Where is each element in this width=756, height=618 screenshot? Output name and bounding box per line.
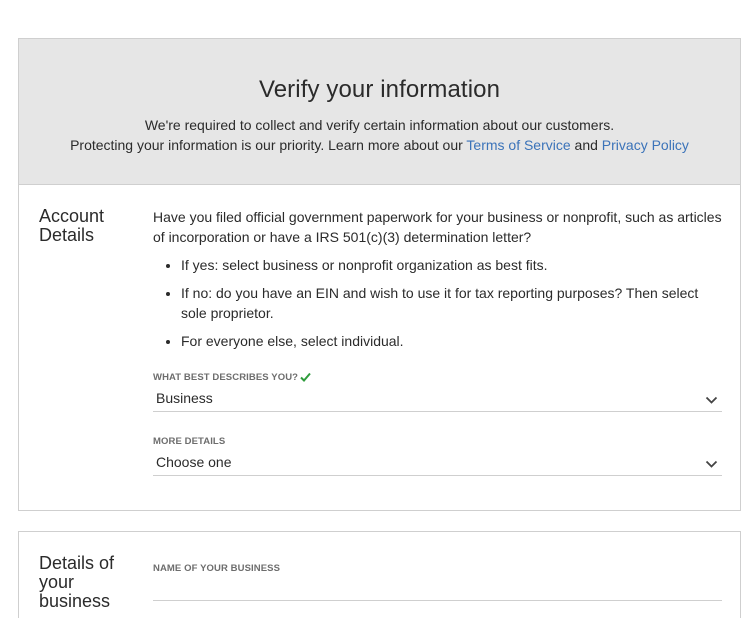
account-question: Have you filed official government paper… <box>153 209 722 245</box>
business-details-title: Details of your business <box>39 553 115 611</box>
bullet-everyone-else: For everyone else, select individual. <box>181 331 722 351</box>
and-text: and <box>570 137 602 153</box>
check-icon <box>300 372 311 385</box>
describe-label-text: WHAT BEST DESCRIBES YOU? <box>153 372 299 383</box>
describe-label: WHAT BEST DESCRIBES YOU? <box>153 372 311 385</box>
bullet-if-yes: If yes: select business or nonprofit org… <box>181 255 722 275</box>
header-line-2: Protecting your information is our prior… <box>19 135 740 155</box>
privacy-policy-link[interactable]: Privacy Policy <box>602 137 689 153</box>
describe-select-value: Business <box>156 390 213 406</box>
header-line-2-text: Protecting your information is our prior… <box>70 137 467 153</box>
chevron-down-icon <box>705 392 718 410</box>
business-card: Details of your business NAME OF YOUR BU… <box>18 531 741 618</box>
verify-card: Verify your information We're required t… <box>18 38 741 511</box>
account-details-title: Account Details <box>39 206 105 245</box>
chevron-down-icon <box>705 456 718 474</box>
terms-of-service-link[interactable]: Terms of Service <box>466 137 570 153</box>
bullet-if-no: If no: do you have an EIN and wish to us… <box>181 283 722 323</box>
describe-select[interactable]: Business <box>153 386 722 412</box>
business-name-input[interactable] <box>153 577 722 601</box>
account-question-block: Have you filed official government paper… <box>153 207 722 359</box>
business-name-label: NAME OF YOUR BUSINESS <box>153 563 281 574</box>
more-details-label: MORE DETAILS <box>153 436 226 447</box>
verify-header: Verify your information We're required t… <box>19 39 740 185</box>
page: Verify your information We're required t… <box>0 0 756 618</box>
more-details-select-value: Choose one <box>156 454 232 470</box>
header-line-1: We're required to collect and verify cer… <box>144 117 615 133</box>
more-details-select[interactable]: Choose one <box>153 450 722 476</box>
account-bullets: If yes: select business or nonprofit org… <box>153 255 722 351</box>
page-title: Verify your information <box>258 76 501 103</box>
